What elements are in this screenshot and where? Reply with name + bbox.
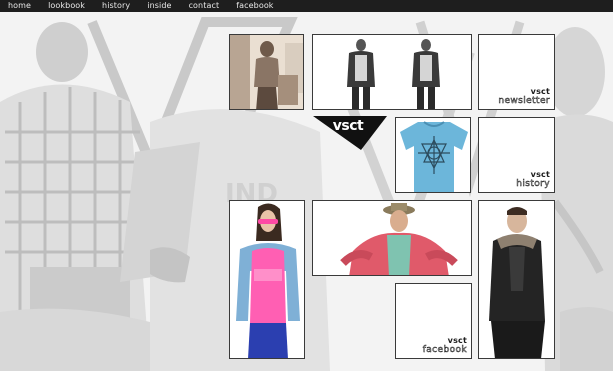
red-jacket-photo-image (313, 201, 471, 275)
newsletter-tile-label: vsct newsletter (498, 88, 550, 106)
photo-tile-blue-tshirt[interactable] (395, 117, 471, 193)
newsletter-caption: newsletter (498, 96, 550, 106)
nav-history-link[interactable]: history (102, 0, 130, 12)
tile-brand-text: vsct (530, 170, 550, 179)
newsletter-tile[interactable]: vsct newsletter (478, 34, 555, 110)
facebook-caption: facebook (422, 345, 467, 355)
nav-home-link[interactable]: home (8, 0, 31, 12)
tile-brand-text: vsct (530, 87, 550, 96)
photo-tile-sepia-model[interactable] (229, 34, 304, 110)
photo-tile-two-models[interactable] (312, 34, 472, 110)
top-nav: home lookbook history inside contact fac… (0, 0, 613, 12)
photo-tile-pink-outfit[interactable] (229, 200, 305, 359)
tile-brand-text: vsct (447, 336, 467, 345)
logo-text: vsct (332, 118, 364, 134)
nav-facebook-link[interactable]: facebook (236, 0, 273, 12)
facebook-tile[interactable]: vsct facebook (395, 283, 472, 359)
history-tile-label: vsct history (516, 171, 550, 189)
nav-inside-link[interactable]: inside (147, 0, 171, 12)
pink-outfit-photo-image (230, 201, 304, 358)
model-photo-image (230, 35, 303, 109)
photo-tile-red-jacket[interactable] (312, 200, 472, 276)
history-tile[interactable]: vsct history (478, 117, 555, 193)
nav-contact-link[interactable]: contact (189, 0, 220, 12)
two-models-photo-image (313, 35, 471, 109)
blue-tshirt-photo-image (396, 118, 470, 192)
photo-tile-black-jacket[interactable] (478, 200, 555, 359)
facebook-tile-label: vsct facebook (422, 336, 467, 355)
nav-lookbook-link[interactable]: lookbook (48, 0, 85, 12)
vsct-logo[interactable]: vsct (313, 116, 387, 150)
history-caption: history (516, 179, 550, 189)
black-jacket-photo-image (479, 201, 554, 358)
